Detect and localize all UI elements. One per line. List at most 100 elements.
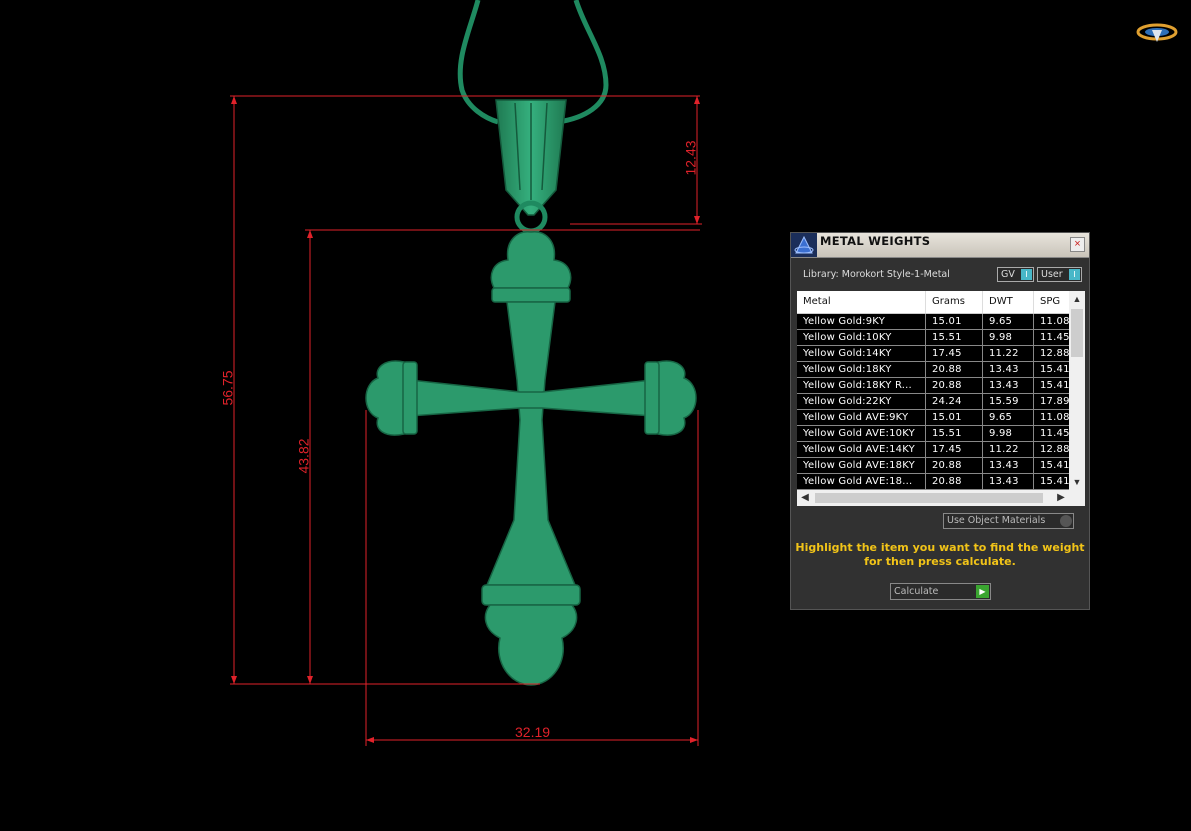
close-icon[interactable]: × — [1070, 237, 1085, 252]
calculate-button[interactable]: Calculate ▶ — [890, 583, 991, 600]
gv-toggle-label: GV — [1001, 269, 1015, 280]
cell-dwt: 13.43 — [983, 474, 1034, 490]
cell-spg: 15.41 — [1034, 378, 1070, 394]
cross-height-label: 43.82 — [295, 438, 312, 474]
cell-grams: 20.88 — [926, 474, 983, 490]
cell-spg: 11.45 — [1034, 330, 1070, 346]
cell-metal: Yellow Gold:10KY — [797, 330, 926, 346]
metal-weights-panel: METAL WEIGHTS × Library: Morokort Style-… — [790, 232, 1090, 610]
scroll-left-icon[interactable]: ◀ — [797, 490, 813, 506]
table-row[interactable]: Yellow Gold:22KY 24.24 15.59 17.89 — [797, 394, 1070, 410]
cell-spg: 12.88 — [1034, 346, 1070, 362]
metal-weights-table[interactable]: Metal Grams DWT SPG Yellow Gold:9KY 15.01… — [797, 291, 1085, 506]
cell-metal: Yellow Gold AVE:18KY — [797, 458, 926, 474]
gv-toggle-indicator: I — [1021, 269, 1032, 280]
column-header-grams[interactable]: Grams — [926, 291, 983, 313]
cell-metal: Yellow Gold:9KY — [797, 314, 926, 330]
horizontal-scroll-thumb[interactable] — [815, 493, 1043, 503]
instruction-text: Highlight the item you want to find the … — [791, 541, 1089, 569]
cell-spg: 11.45 — [1034, 426, 1070, 442]
cell-spg: 12.88 — [1034, 442, 1070, 458]
scroll-down-icon[interactable]: ▼ — [1069, 474, 1085, 490]
cell-dwt: 9.65 — [983, 314, 1034, 330]
gv-toggle[interactable]: GV I — [997, 267, 1034, 282]
cell-dwt: 9.65 — [983, 410, 1034, 426]
table-row[interactable]: Yellow Gold:18KY R... 20.88 13.43 15.41 — [797, 378, 1070, 394]
bail — [495, 99, 567, 234]
column-header-spg[interactable]: SPG — [1034, 291, 1070, 313]
cell-spg: 15.41 — [1034, 362, 1070, 378]
cell-dwt: 11.22 — [983, 442, 1034, 458]
column-header-metal[interactable]: Metal — [797, 291, 926, 313]
cell-metal: Yellow Gold AVE:10KY — [797, 426, 926, 442]
table-row[interactable]: Yellow Gold AVE:14KY 17.45 11.22 12.88 — [797, 442, 1070, 458]
table-row[interactable]: Yellow Gold:9KY 15.01 9.65 11.08 — [797, 314, 1070, 330]
user-toggle-indicator: I — [1069, 269, 1080, 280]
cell-dwt: 13.43 — [983, 362, 1034, 378]
table-row[interactable]: Yellow Gold AVE:9KY 15.01 9.65 11.08 — [797, 410, 1070, 426]
bail-height-label: 12.43 — [682, 140, 699, 176]
vertical-scroll-thumb[interactable] — [1071, 309, 1083, 357]
cell-dwt: 9.98 — [983, 426, 1034, 442]
user-toggle-label: User — [1041, 269, 1063, 280]
cell-grams: 17.45 — [926, 442, 983, 458]
width-label: 32.19 — [515, 724, 551, 740]
panel-title-bar[interactable]: METAL WEIGHTS × — [791, 233, 1089, 258]
use-object-materials-label: Use Object Materials — [947, 515, 1046, 526]
library-label: Library: Morokort Style-1-Metal — [803, 269, 950, 280]
overall-height-label: 56.75 — [219, 370, 236, 406]
cell-metal: Yellow Gold:22KY — [797, 394, 926, 410]
cell-metal: Yellow Gold AVE:9KY — [797, 410, 926, 426]
table-row[interactable]: Yellow Gold AVE:10KY 15.51 9.98 11.45 — [797, 426, 1070, 442]
cell-metal: Yellow Gold:18KY — [797, 362, 926, 378]
cell-spg: 15.41 — [1034, 458, 1070, 474]
app-logo-icon — [1136, 23, 1178, 42]
table-row[interactable]: Yellow Gold AVE:18KY 20.88 13.43 15.41 — [797, 458, 1070, 474]
radio-indicator-icon — [1060, 515, 1072, 527]
cell-grams: 15.51 — [926, 330, 983, 346]
cell-spg: 11.08 — [1034, 314, 1070, 330]
table-body: Yellow Gold:9KY 15.01 9.65 11.08 Yellow Gold… — [797, 314, 1070, 490]
use-object-materials-toggle[interactable]: Use Object Materials — [943, 513, 1074, 529]
cell-metal: Yellow Gold:14KY — [797, 346, 926, 362]
cell-grams: 20.88 — [926, 458, 983, 474]
cell-grams: 20.88 — [926, 362, 983, 378]
cell-dwt: 15.59 — [983, 394, 1034, 410]
cell-spg: 17.89 — [1034, 394, 1070, 410]
table-row[interactable]: Yellow Gold AVE:18... 20.88 13.43 15.41 — [797, 474, 1070, 490]
table-row[interactable]: Yellow Gold:10KY 15.51 9.98 11.45 — [797, 330, 1070, 346]
cell-grams: 24.24 — [926, 394, 983, 410]
cell-dwt: 9.98 — [983, 330, 1034, 346]
cell-spg: 15.41 — [1034, 474, 1070, 490]
instruction-line-1: Highlight the item you want to find the … — [795, 541, 1085, 554]
table-header: Metal Grams DWT SPG — [797, 291, 1069, 314]
panel-title: METAL WEIGHTS — [820, 234, 931, 248]
scroll-up-icon[interactable]: ▲ — [1069, 291, 1085, 307]
cell-metal: Yellow Gold:18KY R... — [797, 378, 926, 394]
cell-grams: 15.01 — [926, 314, 983, 330]
cell-dwt: 11.22 — [983, 346, 1034, 362]
table-row[interactable]: Yellow Gold:18KY 20.88 13.43 15.41 — [797, 362, 1070, 378]
calculate-label: Calculate — [894, 586, 939, 597]
scroll-right-icon[interactable]: ▶ — [1053, 490, 1069, 506]
user-toggle[interactable]: User I — [1037, 267, 1082, 282]
cell-grams: 20.88 — [926, 378, 983, 394]
vertical-scrollbar[interactable]: ▲ ▼ — [1069, 291, 1085, 490]
cell-grams: 15.01 — [926, 410, 983, 426]
cell-grams: 15.51 — [926, 426, 983, 442]
calculate-arrow-icon: ▶ — [976, 585, 989, 598]
cell-metal: Yellow Gold AVE:18... — [797, 474, 926, 490]
cell-spg: 11.08 — [1034, 410, 1070, 426]
cell-metal: Yellow Gold AVE:14KY — [797, 442, 926, 458]
panel-logo-icon — [791, 233, 817, 257]
table-row[interactable]: Yellow Gold:14KY 17.45 11.22 12.88 — [797, 346, 1070, 362]
cell-dwt: 13.43 — [983, 458, 1034, 474]
cell-grams: 17.45 — [926, 346, 983, 362]
horizontal-scrollbar[interactable]: ◀ ▶ — [797, 490, 1085, 506]
cell-dwt: 13.43 — [983, 378, 1034, 394]
instruction-line-2: for then press calculate. — [864, 555, 1016, 568]
dimension-arrows — [231, 96, 700, 743]
column-header-dwt[interactable]: DWT — [983, 291, 1034, 313]
cross-body — [365, 231, 697, 686]
dimension-lines — [230, 95, 702, 746]
